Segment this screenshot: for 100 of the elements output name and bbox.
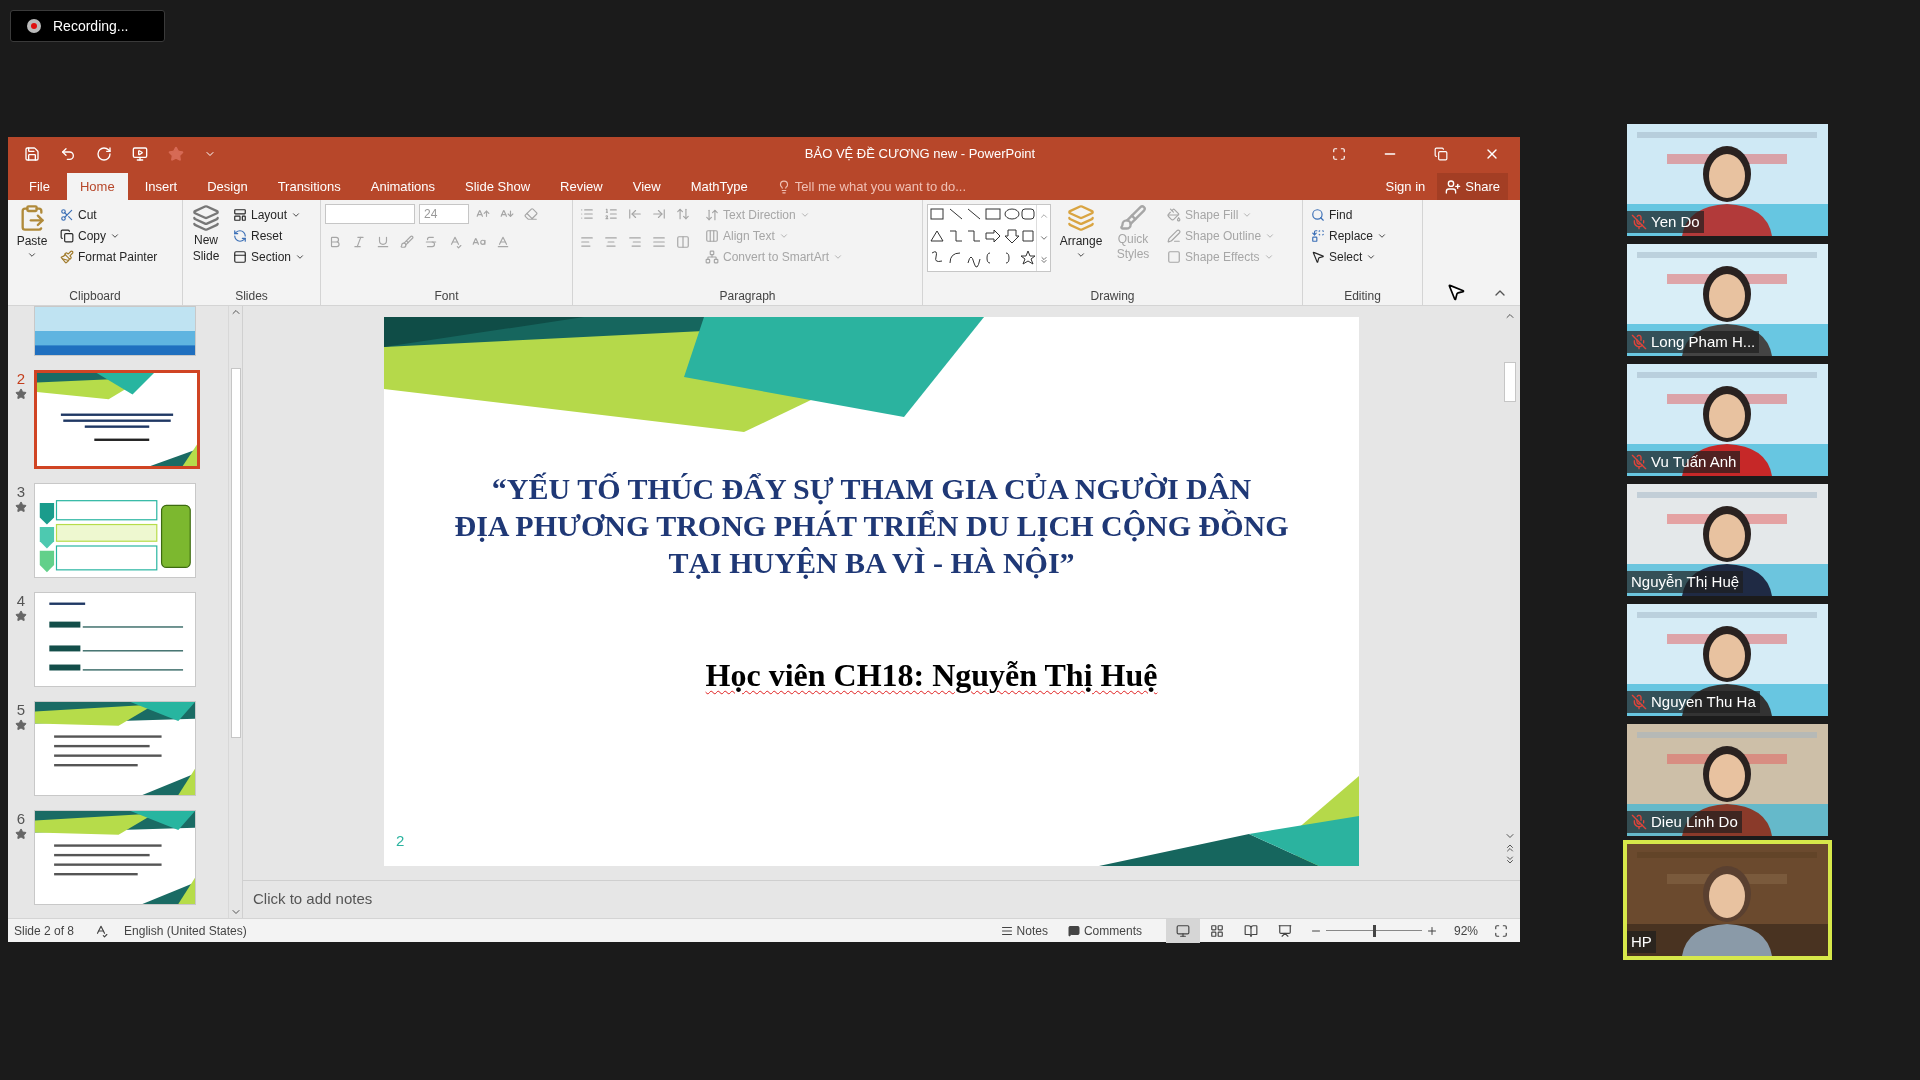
- font-name-field[interactable]: [325, 204, 415, 224]
- ribbon-tab[interactable]: Review: [547, 173, 616, 200]
- participant-name: Vu Tuấn Anh: [1651, 451, 1737, 472]
- paste-button[interactable]: Paste: [12, 204, 52, 267]
- slide-title: “YẾU TỐ THÚC ĐẨY SỰ THAM GIA CỦA NGƯỜI DÂN ĐỊA PHƯƠNG TRONG PHÁT TRIỂN DU LỊCH CỘNG ĐỒNG TẠI HUYỆN BA VÌ - HÀ NỘI”: [454, 471, 1289, 581]
- pen-icon: [1167, 228, 1181, 243]
- new-slide-button[interactable]: New Slide: [187, 204, 225, 267]
- smartart-icon: [705, 249, 719, 264]
- increase-indent-icon: [652, 207, 666, 221]
- view-icon: [1175, 923, 1190, 938]
- restore-icon[interactable]: [1434, 146, 1448, 161]
- arrange-icon: [1067, 204, 1095, 232]
- slides-button[interactable]: Layout: [229, 204, 310, 225]
- editing-button[interactable]: Select: [1307, 246, 1392, 267]
- group-label: Slides: [234, 288, 269, 305]
- save-icon[interactable]: [24, 145, 40, 162]
- sign-in-link[interactable]: Sign in: [1373, 173, 1438, 200]
- bullets-icon: [580, 207, 594, 221]
- share-button[interactable]: Share: [1437, 173, 1508, 200]
- scroll-down-icon[interactable]: [1038, 233, 1049, 243]
- zoom-thumb[interactable]: [1372, 924, 1376, 937]
- arrange-button[interactable]: Arrange: [1059, 204, 1103, 272]
- scroll-up-icon[interactable]: [1038, 211, 1049, 221]
- zoom-in-icon[interactable]: [1425, 924, 1438, 937]
- shape-gallery-drawing[interactable]: [928, 205, 1036, 271]
- ribbon-tab[interactable]: Design: [194, 173, 261, 200]
- spelling-icon[interactable]: [94, 923, 109, 938]
- line-spacing-icon: [676, 207, 690, 221]
- redo-icon[interactable]: [96, 145, 112, 162]
- star-icon: [15, 610, 27, 622]
- ribbon-tab[interactable]: Home: [66, 173, 128, 200]
- ribbon-tab[interactable]: Animations: [357, 173, 449, 200]
- zoom-slider[interactable]: [1325, 924, 1422, 937]
- editing-button[interactable]: Replace: [1307, 225, 1392, 246]
- group-label: Clipboard: [68, 288, 122, 305]
- clipboard-button[interactable]: Cut: [56, 204, 162, 225]
- comment-icon: [1067, 924, 1080, 937]
- slides-button[interactable]: Section: [229, 246, 310, 267]
- align-center-icon: [604, 235, 618, 249]
- replace-icon: [1311, 228, 1325, 243]
- clipboard-button[interactable]: Copy: [56, 225, 162, 246]
- ribbon-tab[interactable]: MathType: [677, 173, 761, 200]
- group-label: Paragraph: [718, 288, 777, 305]
- align-text-icon: [705, 228, 719, 243]
- numbering-icon: [604, 207, 618, 221]
- italic-icon: [352, 235, 366, 249]
- notes-button[interactable]: Notes: [996, 921, 1052, 940]
- slide-thumbnail[interactable]: [34, 306, 196, 356]
- slide-page-number: 2: [396, 830, 405, 851]
- notes-placeholder[interactable]: Click to add notes: [253, 888, 373, 911]
- participant-name: Yen Do: [1651, 211, 1700, 232]
- slide-number: 5: [16, 701, 26, 719]
- more-icon[interactable]: [1038, 255, 1049, 265]
- star-icon[interactable]: [168, 145, 184, 162]
- slides-button[interactable]: Reset: [229, 225, 310, 246]
- previous-slide-icon[interactable]: [1504, 842, 1516, 854]
- ribbon-tab[interactable]: View: [619, 173, 674, 200]
- styles-icon: [1119, 204, 1147, 232]
- font-size-field[interactable]: 24: [419, 204, 469, 224]
- undo-icon[interactable]: [60, 145, 76, 162]
- columns-icon: [676, 235, 690, 249]
- copy-icon: [60, 228, 74, 243]
- participant-name: Nguyễn Thị Huệ: [1631, 571, 1740, 592]
- shape-effects-icon: [1167, 249, 1181, 264]
- ribbon-tab[interactable]: File: [16, 173, 63, 200]
- fit-slide-icon[interactable]: [1494, 923, 1508, 938]
- ribbon-tab[interactable]: Slide Show: [452, 173, 544, 200]
- tell-me-field[interactable]: Tell me what you want to do...: [776, 173, 995, 200]
- group-label: Drawing: [1089, 288, 1136, 305]
- ribbon-tab[interactable]: Transitions: [264, 173, 354, 200]
- bold-icon: [328, 235, 342, 249]
- clipboard-button[interactable]: Format Painter: [56, 246, 162, 267]
- slideshow-icon[interactable]: [132, 145, 148, 162]
- ribbon-tab[interactable]: Insert: [131, 173, 191, 200]
- slide-thumbnail[interactable]: [34, 810, 196, 905]
- star-icon: [15, 388, 27, 400]
- decrease-indent-icon: [628, 207, 642, 221]
- slide-thumbnail[interactable]: [34, 483, 196, 578]
- slide-number: 6: [16, 810, 26, 828]
- participant-name: Long Pham H...: [1651, 331, 1756, 352]
- recording-label: Recording...: [53, 16, 129, 36]
- mouse-cursor-icon: [1446, 282, 1466, 302]
- group-label: Editing: [1343, 288, 1382, 305]
- slide-counter: Slide 2 of 8: [14, 922, 75, 940]
- scrollbar-thumb[interactable]: [1504, 362, 1516, 402]
- strikethrough-icon: [424, 235, 438, 249]
- editing-button[interactable]: Find: [1307, 204, 1392, 225]
- scrollbar-thumb[interactable]: [230, 368, 241, 738]
- group-label: Font: [433, 288, 460, 305]
- align-right-icon: [628, 235, 642, 249]
- slide-thumbnail[interactable]: [34, 592, 196, 687]
- slide-thumbnail[interactable]: [34, 701, 196, 796]
- star-icon: [15, 501, 27, 513]
- ribbon-display-icon[interactable]: [1332, 146, 1346, 161]
- comments-button[interactable]: Comments: [1063, 921, 1146, 940]
- slide-thumbnail[interactable]: [34, 370, 200, 469]
- spacing-icon: [448, 235, 462, 249]
- align-left-icon: [580, 235, 594, 249]
- next-slide-icon[interactable]: [1504, 854, 1516, 866]
- zoom-level[interactable]: 92%: [1453, 921, 1478, 940]
